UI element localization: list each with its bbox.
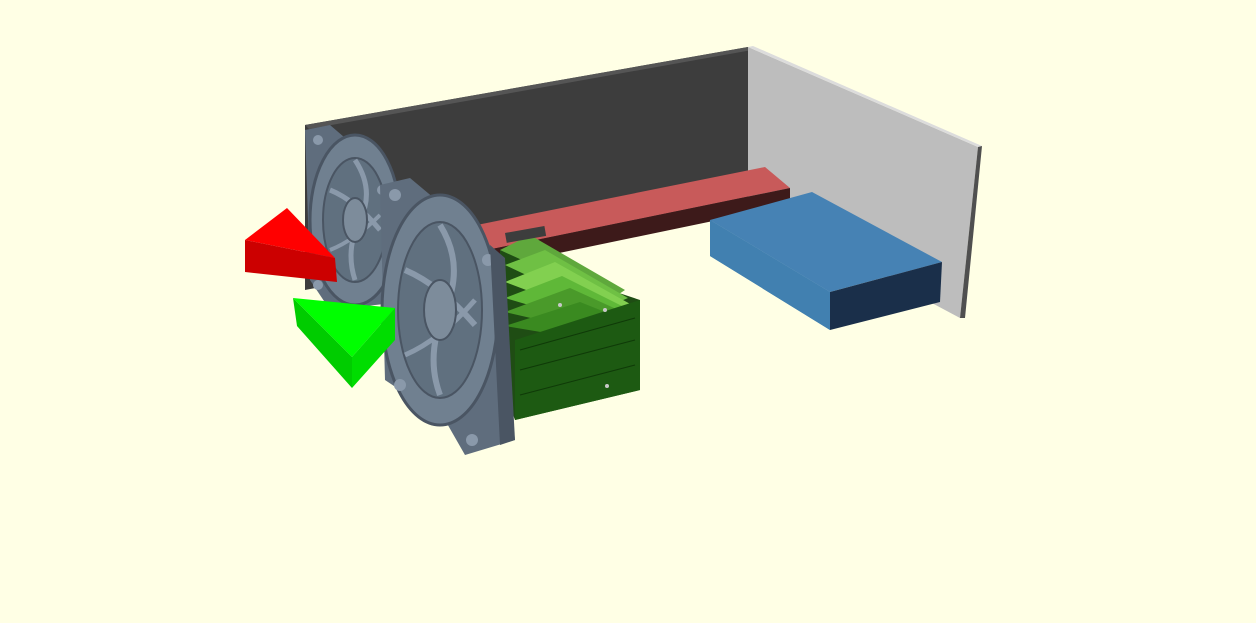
3d-viewport[interactable]: [0, 0, 1256, 623]
scene-render: [245, 46, 982, 455]
gpu-board-stack: [500, 226, 640, 420]
green-arrow-marker: [293, 298, 395, 388]
